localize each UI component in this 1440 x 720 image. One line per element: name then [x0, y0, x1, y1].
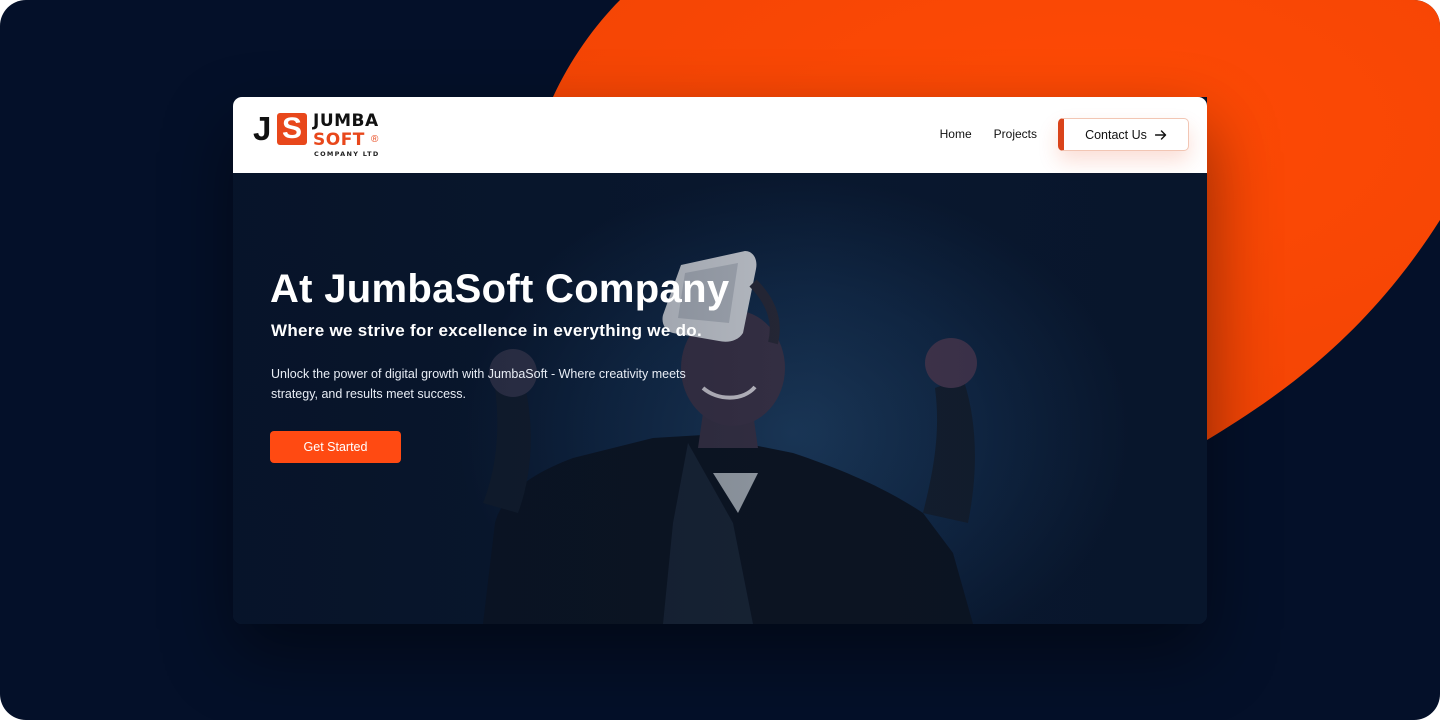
- logo-mark-s: S: [277, 113, 307, 145]
- hero-section: At JumbaSoft Company Where we strive for…: [233, 173, 1207, 624]
- nav-link-home[interactable]: Home: [940, 127, 972, 141]
- navbar: J S JUMBA SOFT ® COMPANY LTD Home Projec…: [233, 97, 1207, 173]
- logo-name-line2: SOFT: [313, 130, 365, 150]
- company-logo[interactable]: J S JUMBA SOFT ® COMPANY LTD: [253, 111, 388, 159]
- hero-title: At JumbaSoft Company: [270, 267, 730, 311]
- nav-links: Home Projects: [940, 127, 1037, 141]
- registered-mark: ®: [371, 134, 379, 145]
- nav-link-projects[interactable]: Projects: [994, 127, 1037, 141]
- contact-us-label: Contact Us: [1085, 127, 1147, 142]
- website-mockup: J S JUMBA SOFT ® COMPANY LTD Home Projec…: [233, 97, 1207, 624]
- logo-name-line1: JUMBA: [313, 111, 379, 131]
- logo-mark-j: J: [253, 110, 272, 147]
- hero-description: Unlock the power of digital growth with …: [271, 367, 686, 401]
- arrow-right-icon: [1154, 129, 1167, 140]
- contact-us-button[interactable]: Contact Us: [1058, 118, 1189, 151]
- hero-subtitle: Where we strive for excellence in everyt…: [271, 321, 703, 340]
- logo-tagline: COMPANY LTD: [314, 150, 380, 158]
- get-started-button[interactable]: Get Started: [270, 431, 401, 463]
- presentation-canvas: J S JUMBA SOFT ® COMPANY LTD Home Projec…: [0, 0, 1440, 720]
